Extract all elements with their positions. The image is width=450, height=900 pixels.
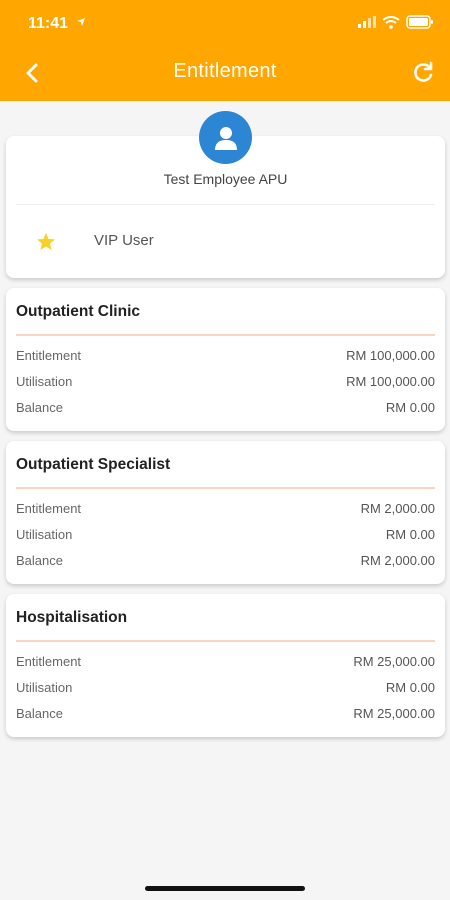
row-value: RM 2,000.00 bbox=[360, 553, 435, 568]
benefit-title: Outpatient Clinic bbox=[16, 303, 140, 320]
row-label: Utilisation bbox=[16, 374, 73, 389]
benefit-row: Entitlement RM 25,000.00 bbox=[16, 654, 435, 674]
benefit-title: Hospitalisation bbox=[16, 609, 128, 626]
benefit-row: Utilisation RM 0.00 bbox=[16, 527, 435, 547]
benefit-card-outpatient-specialist: Outpatient Specialist Entitlement RM 2,0… bbox=[6, 441, 445, 584]
row-label: Balance bbox=[16, 553, 63, 568]
page-title: Entitlement bbox=[173, 60, 277, 82]
row-label: Balance bbox=[16, 400, 63, 415]
vip-badge-label: VIP User bbox=[94, 232, 154, 249]
row-label: Utilisation bbox=[16, 527, 73, 542]
divider bbox=[16, 204, 435, 205]
row-value: RM 2,000.00 bbox=[360, 501, 435, 516]
benefit-row: Balance RM 25,000.00 bbox=[16, 706, 435, 726]
benefit-row: Utilisation RM 0.00 bbox=[16, 680, 435, 700]
refresh-button[interactable] bbox=[410, 60, 436, 86]
benefit-row: Utilisation RM 100,000.00 bbox=[16, 374, 435, 394]
employee-name: Test Employee APU bbox=[163, 171, 288, 187]
signal-icon bbox=[358, 16, 376, 28]
row-value: RM 0.00 bbox=[385, 527, 435, 542]
row-label: Entitlement bbox=[16, 348, 82, 363]
row-value: RM 0.00 bbox=[385, 680, 435, 695]
row-label: Entitlement bbox=[16, 654, 82, 669]
benefit-title: Outpatient Specialist bbox=[16, 456, 171, 473]
row-value: RM 0.00 bbox=[385, 400, 435, 415]
divider bbox=[16, 640, 435, 642]
wifi-icon bbox=[382, 15, 400, 29]
benefit-row: Balance RM 2,000.00 bbox=[16, 553, 435, 573]
row-value: RM 25,000.00 bbox=[353, 654, 435, 669]
home-indicator[interactable] bbox=[145, 886, 305, 891]
benefit-card-outpatient-clinic: Outpatient Clinic Entitlement RM 100,000… bbox=[6, 288, 445, 431]
row-label: Utilisation bbox=[16, 680, 73, 695]
status-time: 11:41 bbox=[28, 15, 69, 32]
user-icon bbox=[214, 126, 237, 150]
divider bbox=[16, 334, 435, 336]
divider bbox=[16, 487, 435, 489]
benefit-row: Entitlement RM 2,000.00 bbox=[16, 501, 435, 521]
star-icon bbox=[37, 233, 55, 250]
row-value: RM 25,000.00 bbox=[353, 706, 435, 721]
row-label: Balance bbox=[16, 706, 63, 721]
avatar bbox=[199, 111, 252, 164]
battery-icon bbox=[406, 15, 433, 29]
app-header: 11:41 Entitlement bbox=[0, 0, 450, 101]
benefit-row: Balance RM 0.00 bbox=[16, 400, 435, 420]
benefit-row: Entitlement RM 100,000.00 bbox=[16, 348, 435, 368]
row-value: RM 100,000.00 bbox=[346, 374, 435, 389]
benefit-card-hospitalisation: Hospitalisation Entitlement RM 25,000.00… bbox=[6, 594, 445, 737]
refresh-icon bbox=[414, 61, 433, 82]
location-arrow-icon bbox=[77, 18, 85, 26]
status-icons bbox=[358, 15, 434, 29]
row-label: Entitlement bbox=[16, 501, 82, 516]
row-value: RM 100,000.00 bbox=[346, 348, 435, 363]
